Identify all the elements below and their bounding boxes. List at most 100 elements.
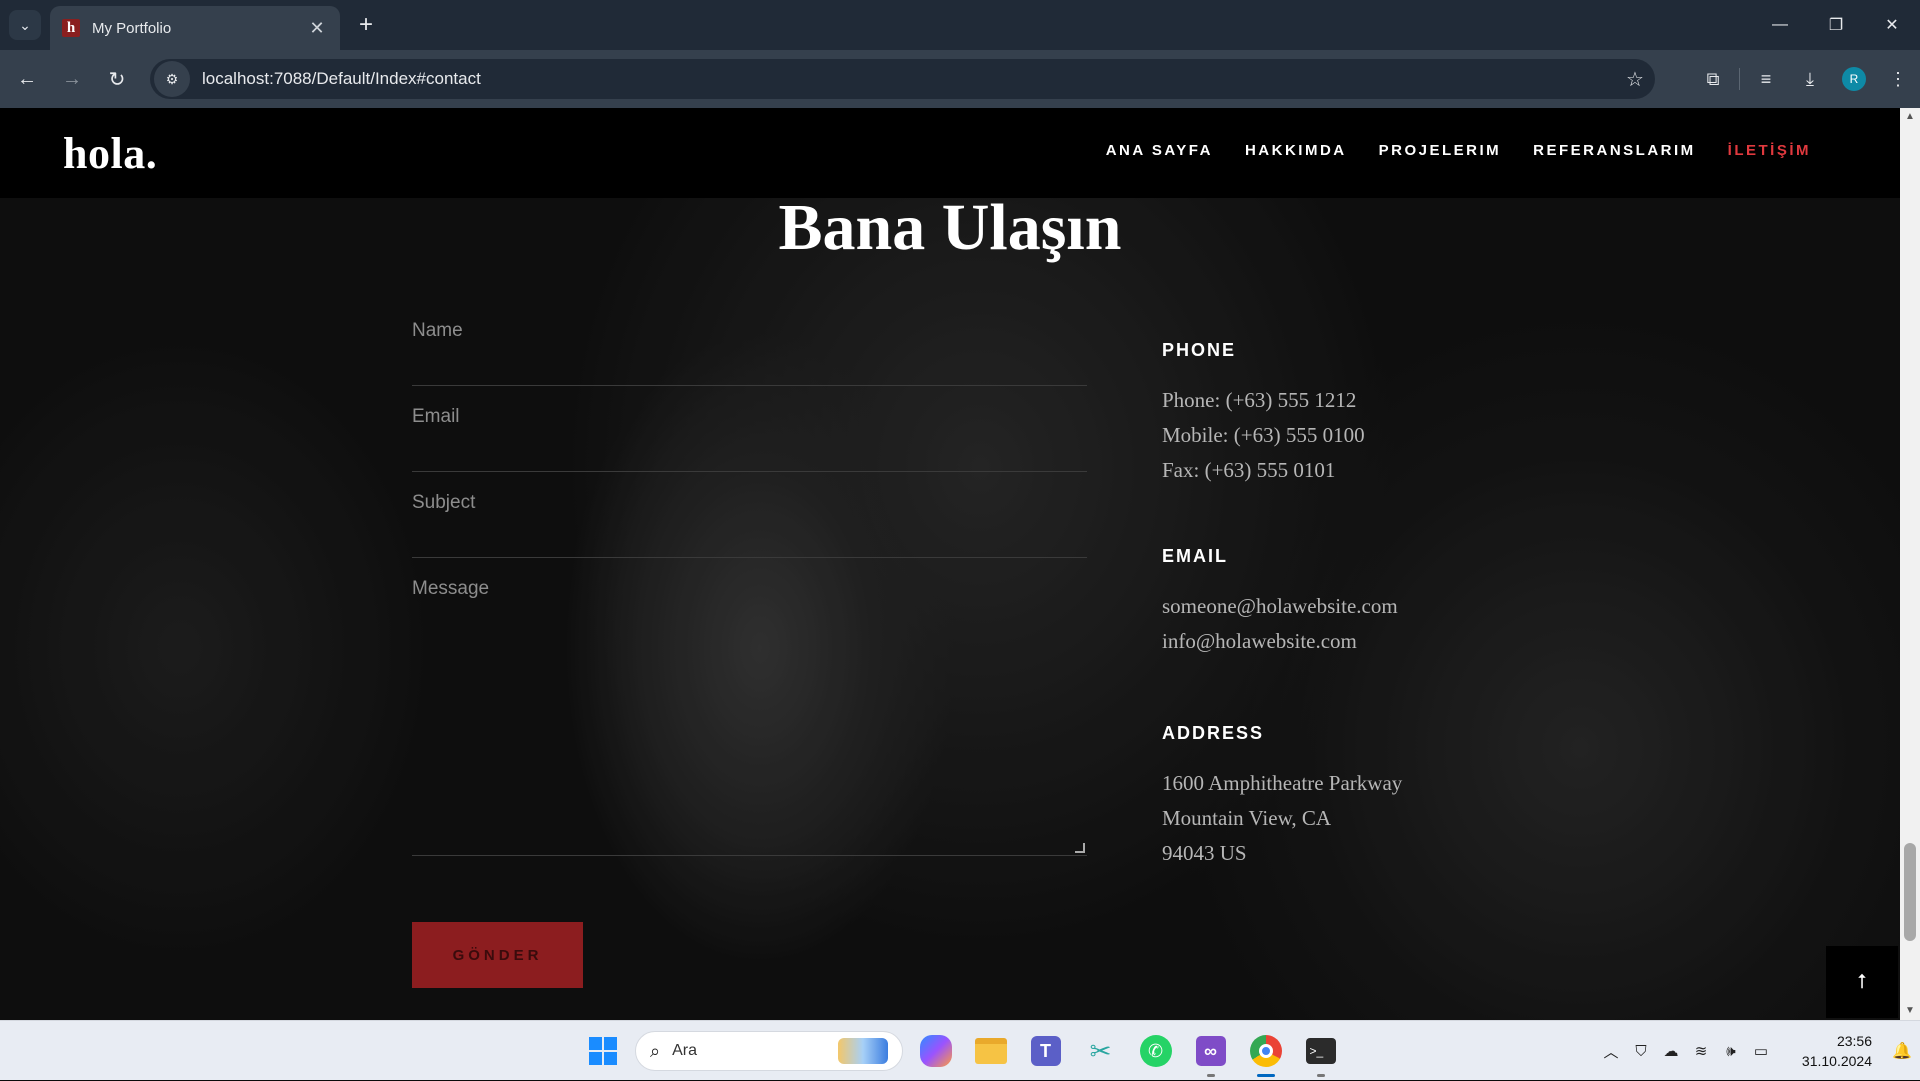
arrow-up-icon: ⭡ bbox=[1857, 970, 1867, 993]
search-highlight-icon bbox=[838, 1038, 888, 1064]
subject-field[interactable]: Subject bbox=[412, 472, 1087, 558]
nav-link-contact[interactable]: İLETİŞİM bbox=[1728, 142, 1811, 159]
snipping-tool-icon: ✂ bbox=[1089, 1035, 1112, 1066]
back-arrow-icon[interactable]: ← bbox=[12, 64, 42, 94]
wifi-icon[interactable]: ≋ bbox=[1687, 1036, 1715, 1066]
tab-search-chevron-icon[interactable]: ⌄ bbox=[9, 10, 41, 40]
scroll-up-arrow-icon[interactable]: ▲ bbox=[1900, 108, 1920, 126]
send-button[interactable]: GÖNDER bbox=[412, 922, 583, 988]
contact-form: Name Email Subject Message bbox=[412, 300, 1087, 856]
scroll-down-arrow-icon[interactable]: ▼ bbox=[1900, 1002, 1920, 1020]
chrome-app[interactable] bbox=[1243, 1029, 1288, 1077]
site-logo[interactable]: hola. bbox=[63, 128, 157, 179]
name-field[interactable]: Name bbox=[412, 300, 1087, 386]
windows-taskbar: ⌕ Ara T ✂ ✆ ∞ >_ ︿ ⛉ ☁ ≋ 🕪 ▭ 23:56 31.10… bbox=[0, 1020, 1920, 1080]
page-viewport: hola. ANA SAYFA HAKKIMDA PROJELERIM REFE… bbox=[0, 108, 1920, 1020]
address-line-3: 94043 US bbox=[1162, 841, 1247, 865]
start-windows-icon[interactable] bbox=[581, 1029, 625, 1073]
email-block: EMAIL someone@holawebsite.com info@holaw… bbox=[1162, 546, 1582, 659]
subject-placeholder: Subject bbox=[412, 492, 476, 513]
close-window-icon[interactable]: ✕ bbox=[1864, 0, 1920, 50]
fax-line: Fax: (+63) 555 0101 bbox=[1162, 458, 1336, 482]
onedrive-cloud-icon[interactable]: ☁ bbox=[1657, 1036, 1685, 1066]
chrome-icon bbox=[1249, 1035, 1282, 1067]
main-navigation: ANA SAYFA HAKKIMDA PROJELERIM REFERANSLA… bbox=[1106, 142, 1811, 159]
folder-icon bbox=[974, 1038, 1007, 1064]
notification-bell-icon[interactable]: 🔔 bbox=[1884, 1036, 1920, 1066]
copilot-icon bbox=[919, 1035, 952, 1067]
bookmark-star-icon[interactable]: ☆ bbox=[1615, 67, 1655, 92]
message-textarea[interactable]: Message bbox=[412, 558, 1087, 856]
email-address-1: someone@holawebsite.com bbox=[1162, 594, 1398, 618]
terminal-icon: >_ bbox=[1305, 1038, 1336, 1064]
page-scrollbar[interactable]: ▲ ▼ bbox=[1900, 108, 1920, 1020]
nav-link-projects[interactable]: PROJELERIM bbox=[1379, 142, 1502, 159]
battery-icon[interactable]: ▭ bbox=[1747, 1036, 1775, 1066]
more-menu-icon[interactable]: ⋮ bbox=[1876, 59, 1920, 99]
address-heading: ADDRESS bbox=[1162, 723, 1265, 743]
taskbar-apps: ⌕ Ara T ✂ ✆ ∞ >_ bbox=[581, 1027, 1343, 1077]
forward-arrow-icon[interactable]: → bbox=[57, 64, 87, 94]
taskbar-search[interactable]: ⌕ Ara bbox=[635, 1031, 903, 1071]
close-tab-icon[interactable]: ✕ bbox=[306, 18, 328, 39]
terminal-app[interactable]: >_ bbox=[1298, 1029, 1343, 1077]
restore-icon[interactable]: ❐ bbox=[1808, 0, 1864, 50]
running-indicator bbox=[1316, 1073, 1325, 1077]
browser-tab-bar: ⌄ h My Portfolio ✕ + — ❐ ✕ bbox=[0, 0, 1920, 50]
minimize-icon[interactable]: — bbox=[1752, 0, 1808, 50]
url-text[interactable]: localhost:7088/Default/Index#contact bbox=[202, 69, 1615, 89]
visual-studio-icon: ∞ bbox=[1195, 1036, 1226, 1066]
visual-studio-app[interactable]: ∞ bbox=[1188, 1029, 1233, 1077]
profile-avatar[interactable]: R bbox=[1832, 59, 1876, 99]
clock-date: 31.10.2024 bbox=[1801, 1053, 1872, 1069]
contact-section-title: Bana Ulaşın bbox=[778, 191, 1122, 264]
tab-title: My Portfolio bbox=[92, 19, 172, 37]
phone-line: Phone: (+63) 555 1212 bbox=[1162, 388, 1357, 412]
site-header: hola. ANA SAYFA HAKKIMDA PROJELERIM REFE… bbox=[0, 108, 1900, 198]
favicon-icon: h bbox=[62, 19, 80, 37]
email-heading: EMAIL bbox=[1162, 546, 1228, 566]
running-indicator bbox=[1206, 1073, 1215, 1077]
shield-icon[interactable]: ⛉ bbox=[1627, 1036, 1655, 1066]
media-control-icon[interactable]: ≡ bbox=[1744, 59, 1788, 99]
teams-app[interactable]: T bbox=[1023, 1029, 1068, 1074]
scrollbar-thumb[interactable] bbox=[1904, 843, 1916, 941]
site-info-icon[interactable]: ⚙ bbox=[154, 61, 190, 97]
address-line-2: Mountain View, CA bbox=[1162, 806, 1332, 830]
chevron-up-icon[interactable]: ︿ bbox=[1597, 1036, 1625, 1066]
nav-link-references[interactable]: REFERANSLARIM bbox=[1533, 142, 1696, 159]
taskbar-clock[interactable]: 23:56 31.10.2024 bbox=[1776, 1031, 1872, 1071]
active-indicator bbox=[1256, 1073, 1275, 1077]
browser-toolbar: ← → ↻ ⚙ localhost:7088/Default/Index#con… bbox=[0, 50, 1920, 108]
email-placeholder: Email bbox=[412, 406, 460, 427]
email-field[interactable]: Email bbox=[412, 386, 1087, 472]
downloads-icon[interactable]: ⤓ bbox=[1788, 59, 1832, 99]
textarea-resize-handle[interactable] bbox=[1075, 843, 1085, 853]
contact-info: PHONE Phone: (+63) 555 1212 Mobile: (+63… bbox=[1162, 340, 1582, 871]
search-icon: ⌕ bbox=[650, 1040, 661, 1061]
new-tab-plus-icon[interactable]: + bbox=[352, 12, 380, 40]
phone-block: PHONE Phone: (+63) 555 1212 Mobile: (+63… bbox=[1162, 340, 1582, 488]
toolbar-icons: ⧉ ≡ ⤓ R ⋮ bbox=[1691, 59, 1920, 99]
toolbar-divider bbox=[1739, 68, 1740, 90]
volume-icon[interactable]: 🕪 bbox=[1717, 1036, 1745, 1066]
file-explorer-app[interactable] bbox=[968, 1029, 1013, 1074]
nav-link-about[interactable]: HAKKIMDA bbox=[1245, 142, 1347, 159]
window-controls: — ❐ ✕ bbox=[1752, 0, 1920, 50]
address-line-1: 1600 Amphitheatre Parkway bbox=[1162, 771, 1403, 795]
snipping-tool-app[interactable]: ✂ bbox=[1078, 1029, 1123, 1074]
whatsapp-app[interactable]: ✆ bbox=[1133, 1029, 1178, 1074]
nav-link-home[interactable]: ANA SAYFA bbox=[1106, 142, 1213, 159]
message-placeholder: Message bbox=[412, 578, 490, 599]
profile-initial: R bbox=[1842, 67, 1866, 91]
reload-icon[interactable]: ↻ bbox=[102, 64, 132, 94]
system-tray: ︿ ⛉ ☁ ≋ 🕪 ▭ 23:56 31.10.2024 🔔 bbox=[1596, 1021, 1920, 1081]
back-to-top-button[interactable]: ⭡ bbox=[1826, 946, 1898, 1018]
clock-time: 23:56 bbox=[1836, 1033, 1872, 1049]
address-bar[interactable]: ⚙ localhost:7088/Default/Index#contact ☆ bbox=[150, 59, 1655, 99]
extensions-puzzle-icon[interactable]: ⧉ bbox=[1691, 59, 1735, 99]
name-placeholder: Name bbox=[412, 320, 463, 341]
browser-tab[interactable]: h My Portfolio ✕ bbox=[50, 6, 340, 50]
copilot-app[interactable] bbox=[913, 1029, 958, 1074]
teams-icon: T bbox=[1030, 1036, 1061, 1066]
